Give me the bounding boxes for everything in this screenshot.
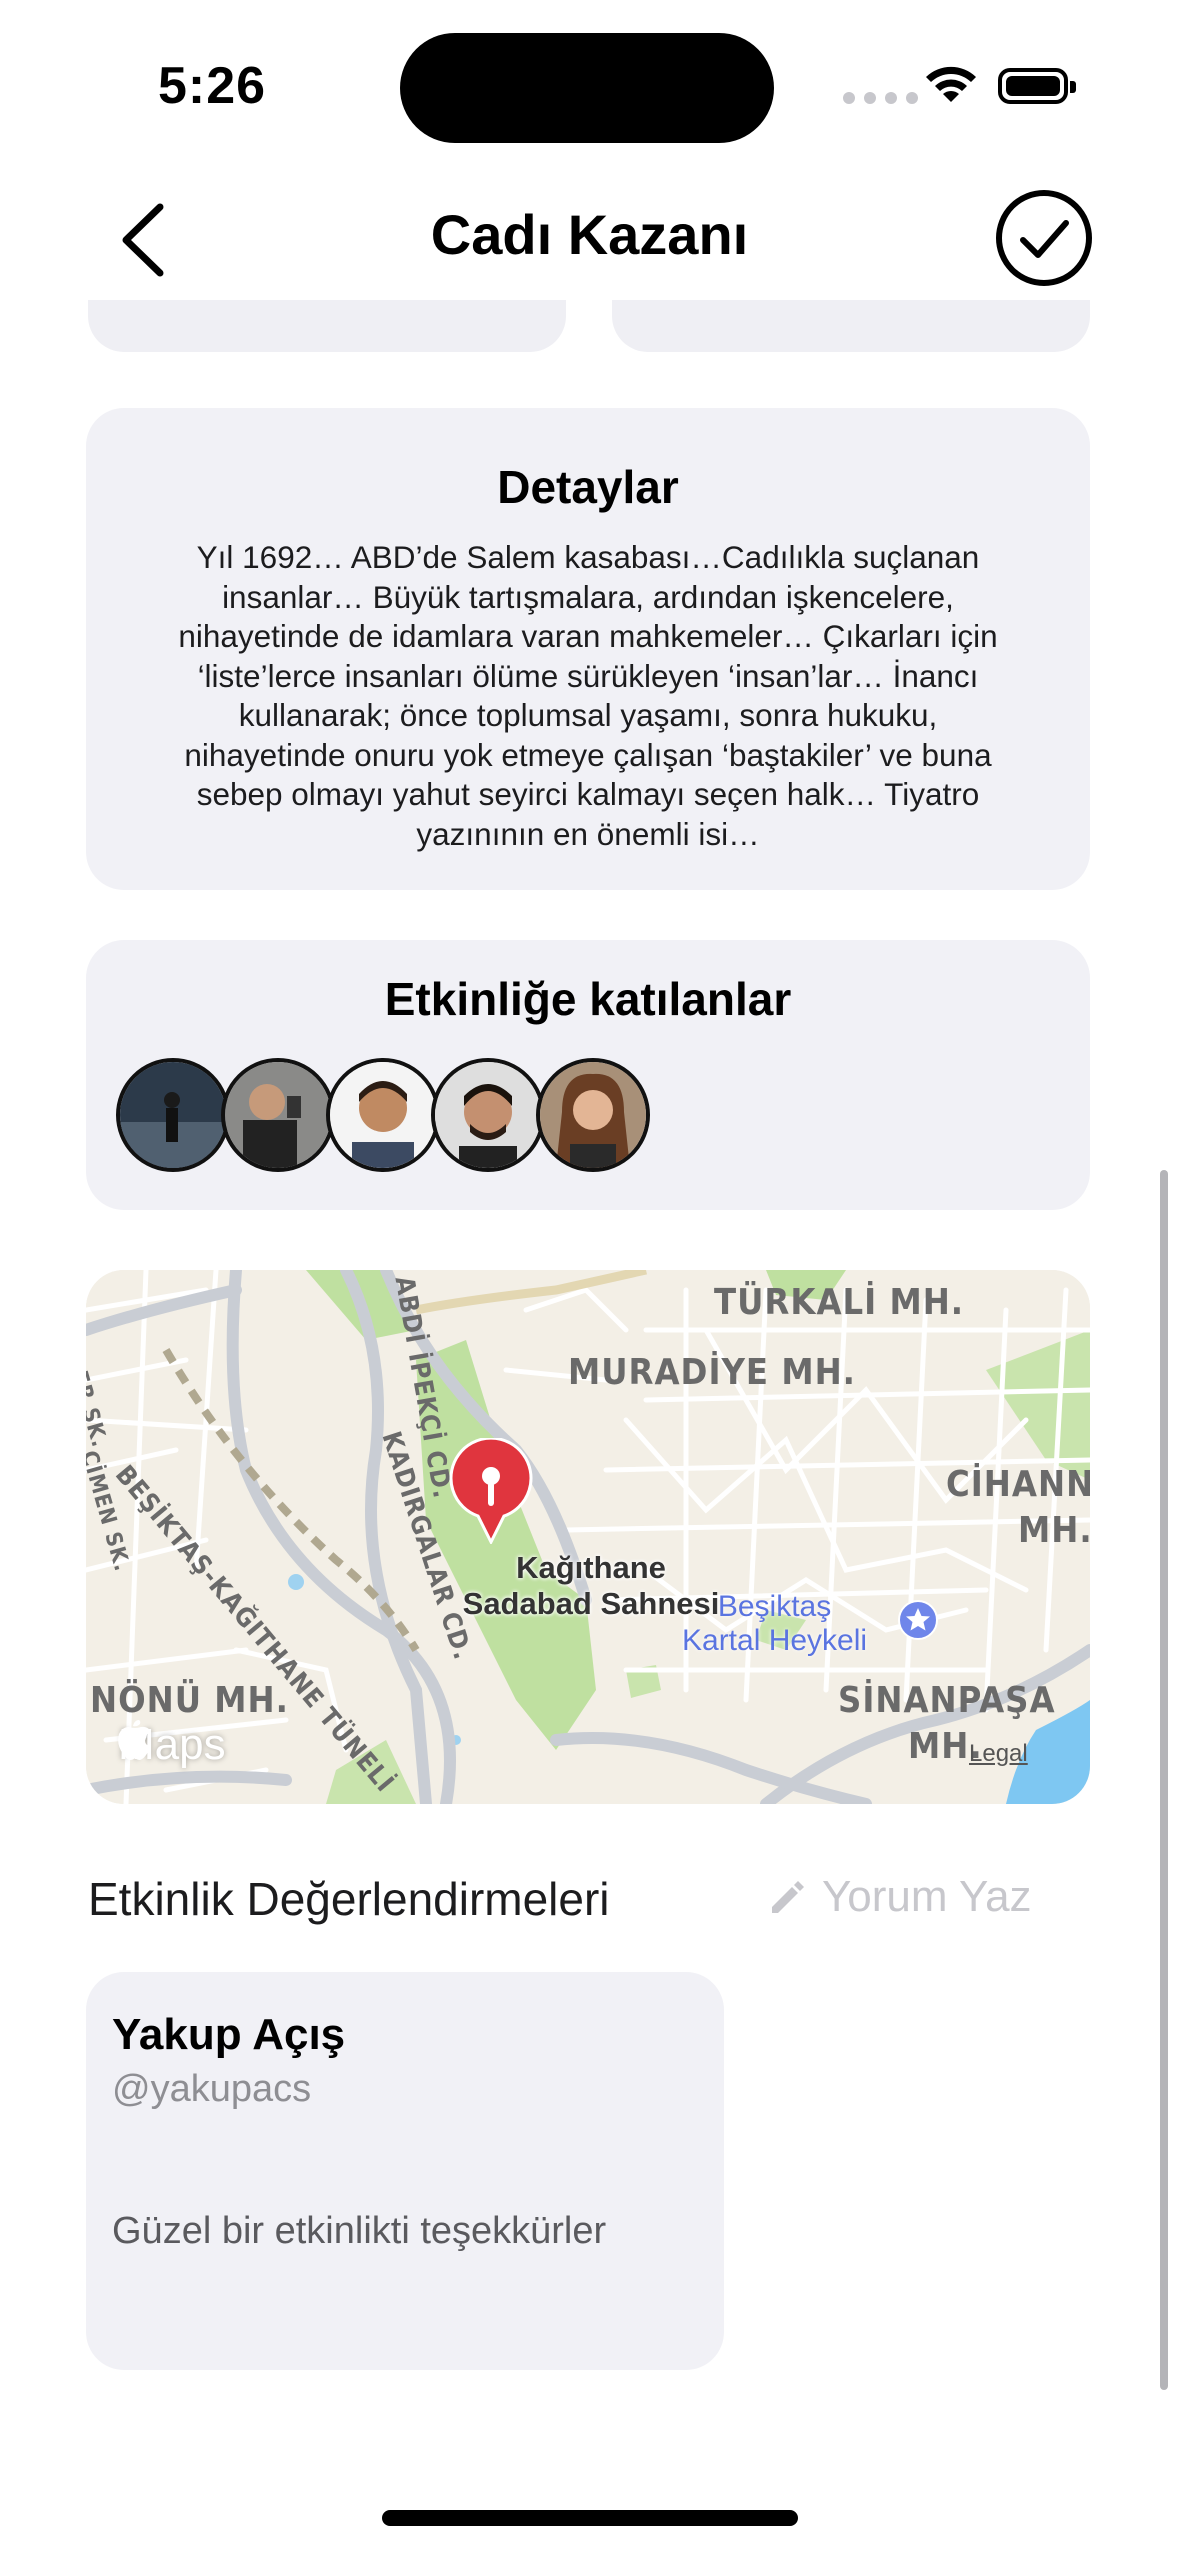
avatar[interactable] bbox=[536, 1058, 650, 1172]
review-author-name: Yakup Açış bbox=[112, 2010, 346, 2059]
wifi-icon bbox=[922, 62, 980, 111]
avatar[interactable] bbox=[431, 1058, 545, 1172]
battery-icon bbox=[998, 68, 1076, 104]
avatar[interactable] bbox=[116, 1058, 230, 1172]
poi-label-line1: Beşiktaş bbox=[717, 1590, 832, 1623]
status-time: 5:26 bbox=[158, 57, 267, 115]
district-label: MH. bbox=[1018, 1510, 1090, 1551]
done-button[interactable] bbox=[993, 187, 1095, 289]
maps-logo: Maps bbox=[118, 1720, 226, 1770]
district-label: MURADİYE MH. bbox=[568, 1352, 856, 1393]
legal-link[interactable]: Legal bbox=[969, 1740, 1028, 1768]
details-title: Detaylar bbox=[497, 461, 679, 513]
home-indicator bbox=[382, 2510, 798, 2526]
details-text: Yıl 1692… ABD’de Salem kasabası…Cadılıkl… bbox=[178, 539, 998, 852]
reviews-title: Etkinlik Değerlendirmeleri bbox=[88, 1873, 610, 1925]
pencil-icon bbox=[772, 1881, 804, 1913]
district-label: SİNANPAŞA bbox=[838, 1680, 1056, 1721]
review-text: Güzel bir etkinlikti teşekkürler bbox=[112, 2210, 607, 2252]
pin-label-line1: Kağıthane bbox=[516, 1550, 666, 1585]
info-card-right bbox=[612, 300, 1090, 352]
location-map[interactable]: TÜRKALİ MH. MURADİYE MH. CİHANNU MH. SİN… bbox=[86, 1270, 1090, 1804]
apple-icon bbox=[118, 1720, 151, 1760]
review-card: Yakup Açış @yakupacs Güzel bir etkinlikt… bbox=[86, 1972, 724, 2370]
info-card-left bbox=[88, 300, 566, 352]
write-review-button[interactable]: Yorum Yaz bbox=[766, 1872, 1032, 1922]
review-author-handle: @yakupacs bbox=[112, 2068, 312, 2110]
map-tiles bbox=[86, 1270, 1090, 1804]
scrollbar[interactable] bbox=[1160, 1170, 1168, 2390]
district-label: CİHANNU bbox=[946, 1464, 1090, 1505]
cellular-signal-icon bbox=[843, 92, 918, 104]
avatar[interactable] bbox=[326, 1058, 440, 1172]
district-label: TÜRKALİ MH. bbox=[714, 1282, 965, 1323]
district-label: NÖNÜ MH. bbox=[90, 1680, 289, 1721]
write-review-label: Yorum Yaz bbox=[822, 1872, 1032, 1921]
participants-card: Etkinliğe katılanlar bbox=[86, 940, 1090, 1210]
details-card: Detaylar Yıl 1692… ABD’de Salem kasabası… bbox=[86, 408, 1090, 890]
dynamic-island bbox=[400, 33, 774, 143]
checkmark-circle-icon bbox=[996, 190, 1092, 286]
poi-label-line2: Kartal Heykeli bbox=[682, 1624, 868, 1657]
avatar[interactable] bbox=[221, 1058, 335, 1172]
participants-title: Etkinliğe katılanlar bbox=[384, 973, 792, 1025]
poi-label[interactable]: Beşiktaş Kartal Heykeli bbox=[682, 1590, 867, 1658]
